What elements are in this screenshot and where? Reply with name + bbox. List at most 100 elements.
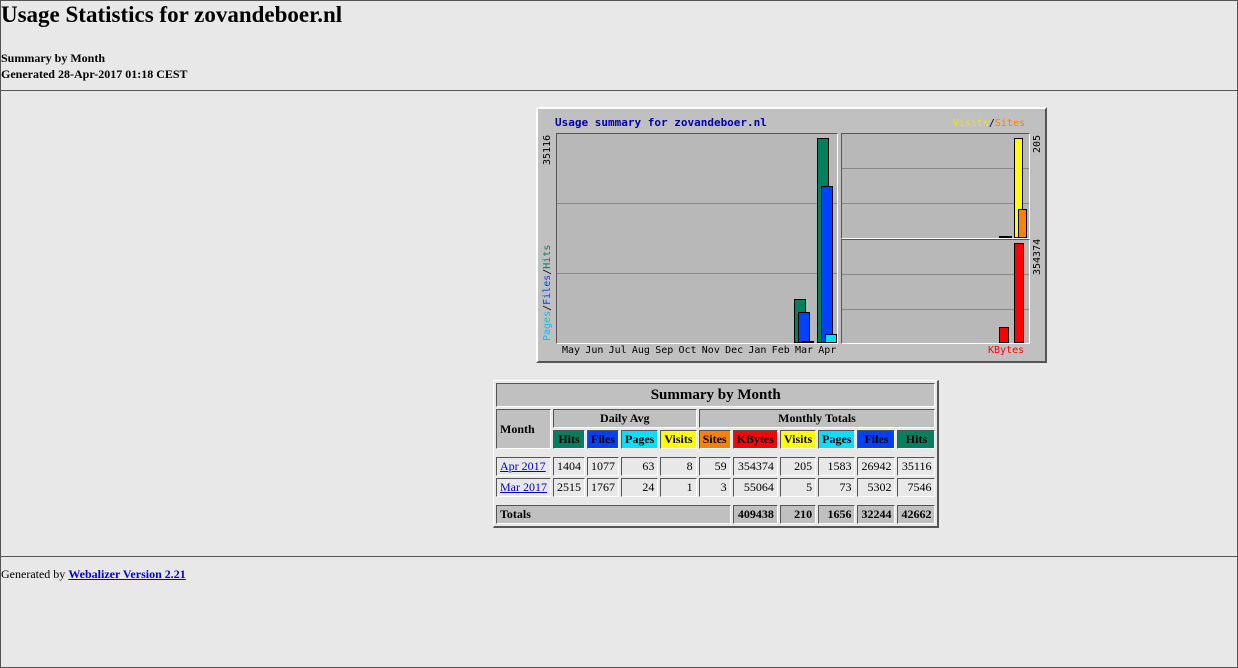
axis-label-hits: Hits — [542, 244, 553, 269]
axis-label-pages: Pages — [542, 310, 553, 341]
monthly-col-hits: Hits — [897, 430, 936, 449]
bar-kbytes — [1014, 243, 1025, 343]
gridline — [842, 203, 1029, 204]
legend-sites: Sites — [994, 118, 1025, 129]
divider-bottom — [1, 556, 1238, 557]
axis-label-files: Files — [542, 274, 553, 305]
bar-sites — [1003, 236, 1012, 238]
table-row: Mar 2017 2515 1767 24 1 3 55064 5 73 5302 7546 — [496, 478, 936, 497]
value-cell: 1077 — [587, 457, 619, 476]
visits-sites-plot — [841, 133, 1030, 239]
separator — [496, 499, 935, 503]
value-cell: 5 — [779, 478, 817, 497]
value-cell: 7546 — [897, 478, 936, 497]
value-cell: 24 — [621, 478, 659, 497]
total-files: 32244 — [857, 505, 896, 524]
bar-files — [798, 312, 810, 343]
bar-kbytes — [999, 327, 1009, 343]
daily-col-files: Files — [587, 430, 619, 449]
kbytes-axis-label: KBytes — [988, 345, 1025, 356]
report-subtitle: Summary by Month — [1, 51, 106, 65]
bar-files — [821, 186, 834, 343]
monthly-col-pages: Pages — [818, 430, 856, 449]
daily-col-hits: Hits — [553, 430, 585, 449]
table-title: Summary by Month — [496, 383, 936, 407]
left-axis-legend: Pages/Files/Hits — [542, 245, 553, 341]
total-pages: 1656 — [818, 505, 856, 524]
value-cell: 1583 — [818, 457, 856, 476]
chart-title: Usage summary for zovandeboer.nl — [555, 116, 767, 129]
gridline — [842, 168, 1029, 169]
value-cell: 1404 — [553, 457, 585, 476]
month-tick-label: Dec — [725, 345, 744, 356]
footer: Generated by Webalizer Version 2.21 — [1, 566, 186, 582]
totals-label: Totals — [496, 505, 731, 524]
month-tick-label: May — [562, 345, 581, 356]
value-cell: 354374 — [732, 457, 778, 476]
value-cell: 5302 — [857, 478, 896, 497]
value-cell: 59 — [698, 457, 731, 476]
right-bottom-axis-max: 354374 — [1032, 238, 1043, 275]
total-hits: 42662 — [897, 505, 936, 524]
value-cell: 8 — [660, 457, 697, 476]
month-tick-label: Jan — [748, 345, 767, 356]
summary-by-month-table: Summary by Month Month Daily Avg Monthly… — [493, 380, 940, 528]
hits-files-pages-plot — [556, 133, 838, 344]
bar-pages — [825, 334, 838, 343]
footer-prefix: Generated by — [1, 567, 69, 581]
month-tick-label: Aug — [631, 345, 650, 356]
month-link[interactable]: Apr 2017 — [500, 459, 546, 473]
gridline — [842, 274, 1029, 275]
value-cell: 205 — [779, 457, 817, 476]
month-tick-label: Sep — [655, 345, 674, 356]
value-cell: 35116 — [897, 457, 936, 476]
daily-col-pages: Pages — [621, 430, 659, 449]
value-cell: 63 — [621, 457, 659, 476]
legend-visits: Visits — [952, 118, 989, 129]
monthly-col-visits: Visits — [779, 430, 817, 449]
table-row: Apr 2017 1404 1077 63 8 59 354374 205 1583 26942 3… — [496, 457, 936, 476]
month-tick-label: Jun — [585, 345, 604, 356]
bar-sites — [1018, 209, 1028, 238]
monthly-col-sites: Sites — [698, 430, 731, 449]
daily-col-visits: Visits — [660, 430, 697, 449]
kbytes-plot — [841, 239, 1030, 344]
month-tick-label: Apr — [818, 345, 837, 356]
month-tick-label: Oct — [678, 345, 697, 356]
gridline — [842, 309, 1029, 310]
month-tick-label: Jul — [608, 345, 627, 356]
total-kbytes: 409438 — [732, 505, 778, 524]
gridline — [557, 203, 837, 204]
divider-top — [1, 90, 1238, 91]
month-cell: Apr 2017 — [496, 457, 551, 476]
legend-visits-sites: Visits/Sites — [953, 118, 1025, 129]
month-tick-label: Mar — [794, 345, 814, 356]
usage-summary-chart: Usage summary for zovandeboer.nl Visits/… — [536, 107, 1047, 363]
axis-label-sep: / — [542, 268, 553, 275]
monthly-col-files: Files — [857, 430, 896, 449]
page-subheader: Summary by Month Generated 28-Apr-2017 0… — [1, 50, 188, 82]
axis-label-sep: / — [542, 304, 553, 311]
generated-timestamp: Generated 28-Apr-2017 01:18 CEST — [1, 67, 188, 81]
right-top-axis-max: 205 — [1032, 134, 1043, 153]
bar-pages — [802, 341, 814, 343]
value-cell: 1767 — [587, 478, 619, 497]
monthly-col-kbytes: KBytes — [732, 430, 778, 449]
value-cell: 26942 — [857, 457, 896, 476]
left-axis-max: 35116 — [542, 134, 553, 165]
webalizer-link[interactable]: Webalizer Version 2.21 — [68, 567, 185, 581]
value-cell: 73 — [818, 478, 856, 497]
month-axis: May Jun Jul Aug Sep Oct Nov Dec Jan Feb Mar Apr — [562, 345, 842, 356]
month-cell: Mar 2017 — [496, 478, 551, 497]
month-link[interactable]: Mar 2017 — [500, 480, 547, 494]
month-column-header: Month — [496, 409, 551, 449]
monthly-totals-header: Monthly Totals — [698, 409, 936, 428]
value-cell: 55064 — [732, 478, 778, 497]
month-tick-label: Feb — [771, 345, 790, 356]
daily-avg-header: Daily Avg — [553, 409, 697, 428]
separator — [496, 451, 935, 455]
value-cell: 2515 — [553, 478, 585, 497]
gridline — [557, 273, 837, 274]
month-tick-label: Nov — [701, 345, 720, 356]
total-visits: 210 — [779, 505, 817, 524]
